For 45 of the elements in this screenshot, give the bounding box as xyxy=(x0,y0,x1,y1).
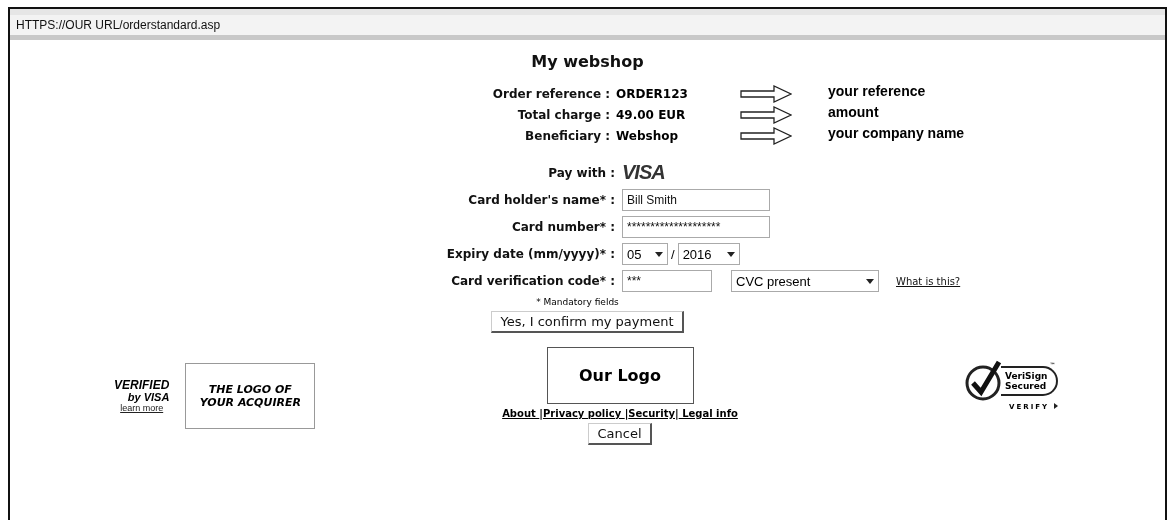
footer-link[interactable]: About xyxy=(502,408,540,419)
month-dropdown[interactable]: 05 xyxy=(622,243,668,265)
url-text: HTTPS://OUR URL/orderstandard.asp xyxy=(16,18,221,32)
caret-icon xyxy=(655,251,663,257)
field-label: Card number* : xyxy=(510,220,615,234)
input-field[interactable]: *** xyxy=(622,270,712,292)
date-separator: / xyxy=(671,246,675,262)
caret-icon xyxy=(866,278,874,284)
footer-link[interactable]: Security xyxy=(628,408,675,419)
learn-more-link[interactable]: learn more xyxy=(120,403,164,413)
input-field[interactable]: Bill Smith xyxy=(622,189,770,211)
help-link[interactable]: What is this? xyxy=(896,275,961,287)
arrow-icon xyxy=(740,127,792,145)
field-label: Card verification code* : xyxy=(450,274,615,288)
info-label: Total charge : xyxy=(516,108,610,122)
visa-logo: VISA xyxy=(622,161,665,183)
info-label: Beneficiary : xyxy=(524,129,610,143)
verified-by-visa-logo: VERIFIED by VISA xyxy=(114,379,170,403)
mandatory-note: * Mandatory fields xyxy=(535,297,620,307)
info-label: Order reference : xyxy=(491,87,610,101)
arrow-icon xyxy=(740,85,792,103)
annotation-text: your reference xyxy=(828,83,927,99)
cvc-dropdown[interactable]: CVC present xyxy=(731,270,879,292)
page-title: My webshop xyxy=(530,52,645,71)
caret-icon xyxy=(726,251,735,257)
our-logo: Our Logo xyxy=(546,347,694,404)
annotation-text: amount xyxy=(828,104,880,120)
annotation-text: your company name xyxy=(828,125,966,141)
link-separator: | xyxy=(539,408,543,419)
info-value: 49.00 EUR xyxy=(616,108,687,122)
field-label: Expiry date (mm/yyyy)* : xyxy=(445,247,615,261)
pay-with-label: Pay with : xyxy=(547,165,615,180)
input-field[interactable]: ******************** xyxy=(622,216,770,238)
info-value: Webshop xyxy=(616,129,680,143)
cancel-button[interactable]: Cancel xyxy=(588,423,652,445)
info-value: ORDER123 xyxy=(616,87,689,101)
footer-link[interactable]: Privacy policy xyxy=(542,408,625,419)
link-separator: | xyxy=(624,408,629,419)
field-label: Card holder's name* : xyxy=(467,193,615,207)
link-separator: | xyxy=(675,408,679,419)
confirm-button[interactable]: Yes, I confirm my payment xyxy=(491,311,684,333)
footer-link[interactable]: Legal info xyxy=(678,408,738,419)
acquirer-logo: THE LOGO OF YOUR ACQUIRER xyxy=(185,363,316,429)
year-dropdown[interactable]: 2016 xyxy=(677,243,740,265)
arrow-icon xyxy=(740,106,792,124)
